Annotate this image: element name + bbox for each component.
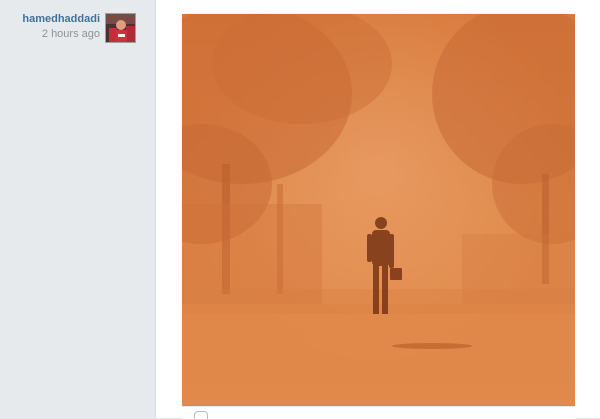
post-author: hamedhaddadi 2 hours ago (0, 12, 100, 41)
post-photo[interactable] (182, 14, 575, 406)
post-meta-column: hamedhaddadi 2 hours ago (0, 0, 155, 418)
author-avatar[interactable] (105, 13, 136, 43)
author-username-link[interactable]: hamedhaddadi (0, 12, 100, 26)
post-actions (182, 406, 575, 419)
post-card (155, 0, 600, 419)
user-avatar-icon (106, 14, 135, 42)
post-timestamp: 2 hours ago (41, 28, 100, 40)
sandstorm-street-photo (182, 14, 575, 406)
